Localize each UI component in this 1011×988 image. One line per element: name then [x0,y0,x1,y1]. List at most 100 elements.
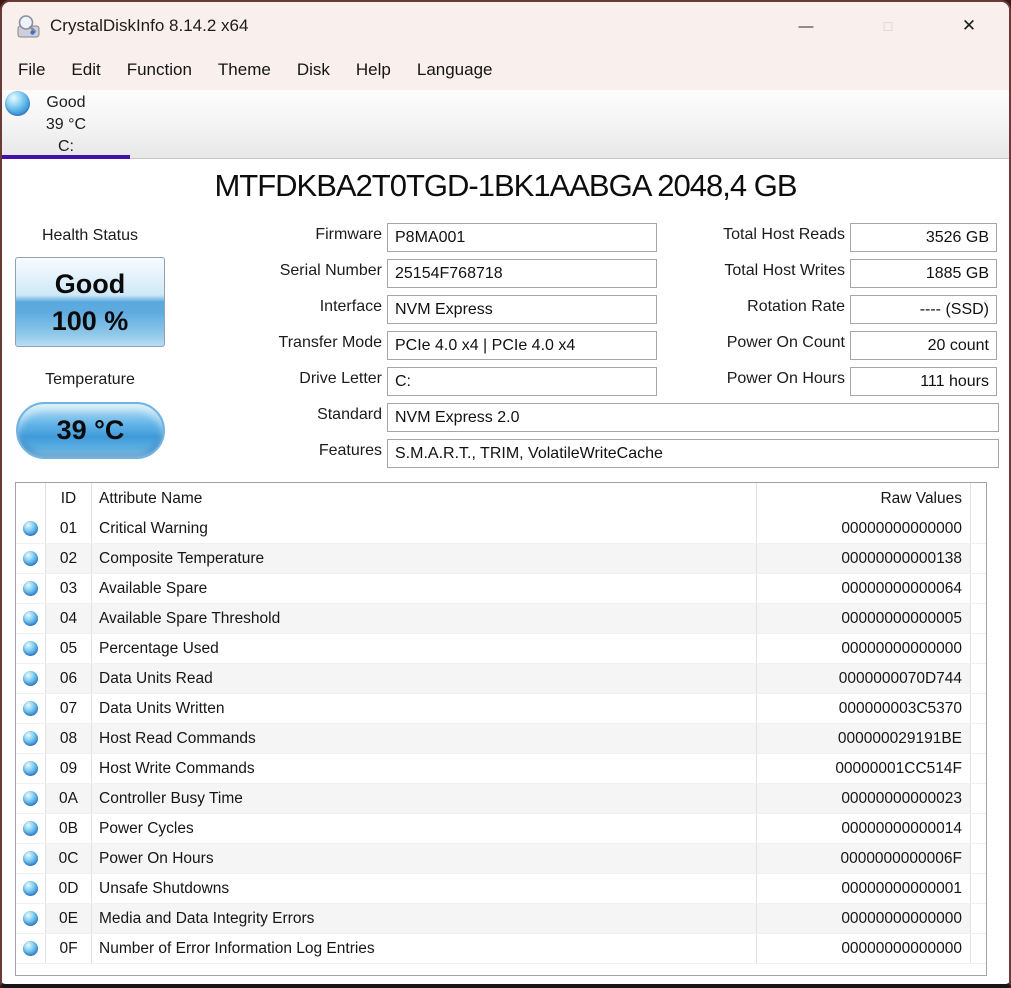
drive-tab-status: Good [46,94,86,111]
table-cell-id: 0C [46,844,92,873]
table-cell-raw-value: 00000000000014 [757,814,971,843]
table-header-raw-values: Raw Values [757,483,971,514]
info-field-value: 25154F768718 [387,259,657,288]
maximize-button[interactable]: □ [865,10,911,42]
table-cell-raw-value: 000000003C5370 [757,694,971,723]
stat-field-label: Power On Hours [726,370,845,387]
table-cell-id: 01 [46,514,92,543]
smart-table-body: 01 Critical Warning 00000000000000 02 Compos… [16,514,986,964]
status-orb-icon [23,581,38,596]
close-button[interactable]: ✕ [946,10,992,42]
stat-field-value: 1885 GB [850,259,997,288]
status-orb-icon [23,551,38,566]
table-cell-raw-value: 00000000000000 [757,634,971,663]
status-orb-icon [23,911,38,926]
table-cell-raw-value: 000000029191BE [757,724,971,753]
table-header-status [16,483,46,514]
info-field-value: C: [387,367,657,396]
menu-item-file[interactable]: File [5,50,58,90]
status-orb-icon [23,761,38,776]
menu-item-edit[interactable]: Edit [58,50,113,90]
table-header-attribute: Attribute Name [92,483,757,514]
table-row: 08 Host Read Commands 000000029191BE [16,724,986,754]
status-orb-icon [23,821,38,836]
status-orb-icon [23,701,38,716]
status-orb-icon [23,521,38,536]
table-cell-raw-value: 00000000000000 [757,934,971,963]
table-row: 0D Unsafe Shutdowns 00000000000001 [16,874,986,904]
drive-tab-c[interactable]: Good 39 °C C: [2,90,130,158]
app-icon [17,15,40,38]
info-field-label: Interface [319,298,382,315]
table-cell-id: 07 [46,694,92,723]
table-row: 04 Available Spare Threshold 0000000000000… [16,604,986,634]
status-orb-icon [23,611,38,626]
menu-item-disk[interactable]: Disk [284,50,343,90]
table-cell-attribute: Available Spare Threshold [92,604,757,633]
table-cell-raw-value: 00000000000138 [757,544,971,573]
menu-item-language[interactable]: Language [404,50,506,90]
table-row: 05 Percentage Used 00000000000000 [16,634,986,664]
table-row: 09 Host Write Commands 00000001CC514F [16,754,986,784]
table-cell-attribute: Available Spare [92,574,757,603]
stat-field-value: 20 count [850,331,997,360]
table-cell-raw-value: 0000000000006F [757,844,971,873]
info-field-label: Drive Letter [299,370,382,387]
table-cell-id: 0A [46,784,92,813]
stat-field-label: Power On Count [726,334,845,351]
table-cell-raw-value: 00000000000064 [757,574,971,603]
status-orb-icon [23,731,38,746]
table-cell-id: 09 [46,754,92,783]
table-cell-attribute: Host Write Commands [92,754,757,783]
table-row: 06 Data Units Read 0000000070D744 [16,664,986,694]
table-cell-raw-value: 00000000000000 [757,514,971,543]
status-orb-icon [23,941,38,956]
info-field-value: PCIe 4.0 x4 | PCIe 4.0 x4 [387,331,657,360]
stat-field-value: 3526 GB [850,223,997,252]
menu-bar: File Edit Function Theme Disk Help Language [4,50,1009,90]
table-cell-attribute: Power On Hours [92,844,757,873]
smart-attribute-table: ID Attribute Name Raw Values 01 Critical … [15,482,987,976]
stat-field-value: 111 hours [850,367,997,396]
info-field-label: Firmware [315,226,382,243]
table-cell-id: 03 [46,574,92,603]
table-row: 0C Power On Hours 0000000000006F [16,844,986,874]
table-row: 0E Media and Data Integrity Errors 0000000… [16,904,986,934]
drive-tab-strip: Good 39 °C C: [2,90,1009,159]
menu-item-theme[interactable]: Theme [205,50,284,90]
stat-field-label: Total Host Reads [723,226,845,243]
table-cell-raw-value: 00000000000001 [757,874,971,903]
crystaldiskinfo-window: CrystalDiskInfo 8.14.2 x64 — □ ✕ File Edi… [0,0,1011,988]
table-cell-id: 05 [46,634,92,663]
status-orb-icon [23,791,38,806]
stat-field-label: Rotation Rate [747,298,845,315]
table-row: 01 Critical Warning 00000000000000 [16,514,986,544]
table-row: 07 Data Units Written 000000003C5370 [16,694,986,724]
status-orb-icon [23,671,38,686]
selected-tab-underline [2,155,130,159]
title-bar: CrystalDiskInfo 8.14.2 x64 — □ ✕ [2,2,1009,50]
menu-item-function[interactable]: Function [114,50,205,90]
table-cell-raw-value: 00000000000023 [757,784,971,813]
table-cell-id: 0B [46,814,92,843]
table-cell-id: 0E [46,904,92,933]
status-orb-icon [23,881,38,896]
window-title: CrystalDiskInfo 8.14.2 x64 [50,16,249,35]
header-zone: CrystalDiskInfo 8.14.2 x64 — □ ✕ File Edi… [2,2,1009,90]
table-row: 0F Number of Error Information Log Entrie… [16,934,986,964]
drive-tab-temperature: 39 °C [45,116,87,133]
info-field-value: NVM Express 2.0 [387,403,999,432]
table-cell-id: 02 [46,544,92,573]
stat-field-value: ---- (SSD) [850,295,997,324]
info-field-value: P8MA001 [387,223,657,252]
table-row: 02 Composite Temperature 00000000000138 [16,544,986,574]
table-cell-attribute: Power Cycles [92,814,757,843]
table-cell-raw-value: 00000001CC514F [757,754,971,783]
table-cell-raw-value: 00000000000005 [757,604,971,633]
info-field-label: Features [318,442,382,459]
table-cell-id: 0D [46,874,92,903]
table-cell-raw-value: 0000000070D744 [757,664,971,693]
minimize-button[interactable]: — [783,10,829,42]
menu-item-help[interactable]: Help [343,50,404,90]
table-cell-attribute: Media and Data Integrity Errors [92,904,757,933]
